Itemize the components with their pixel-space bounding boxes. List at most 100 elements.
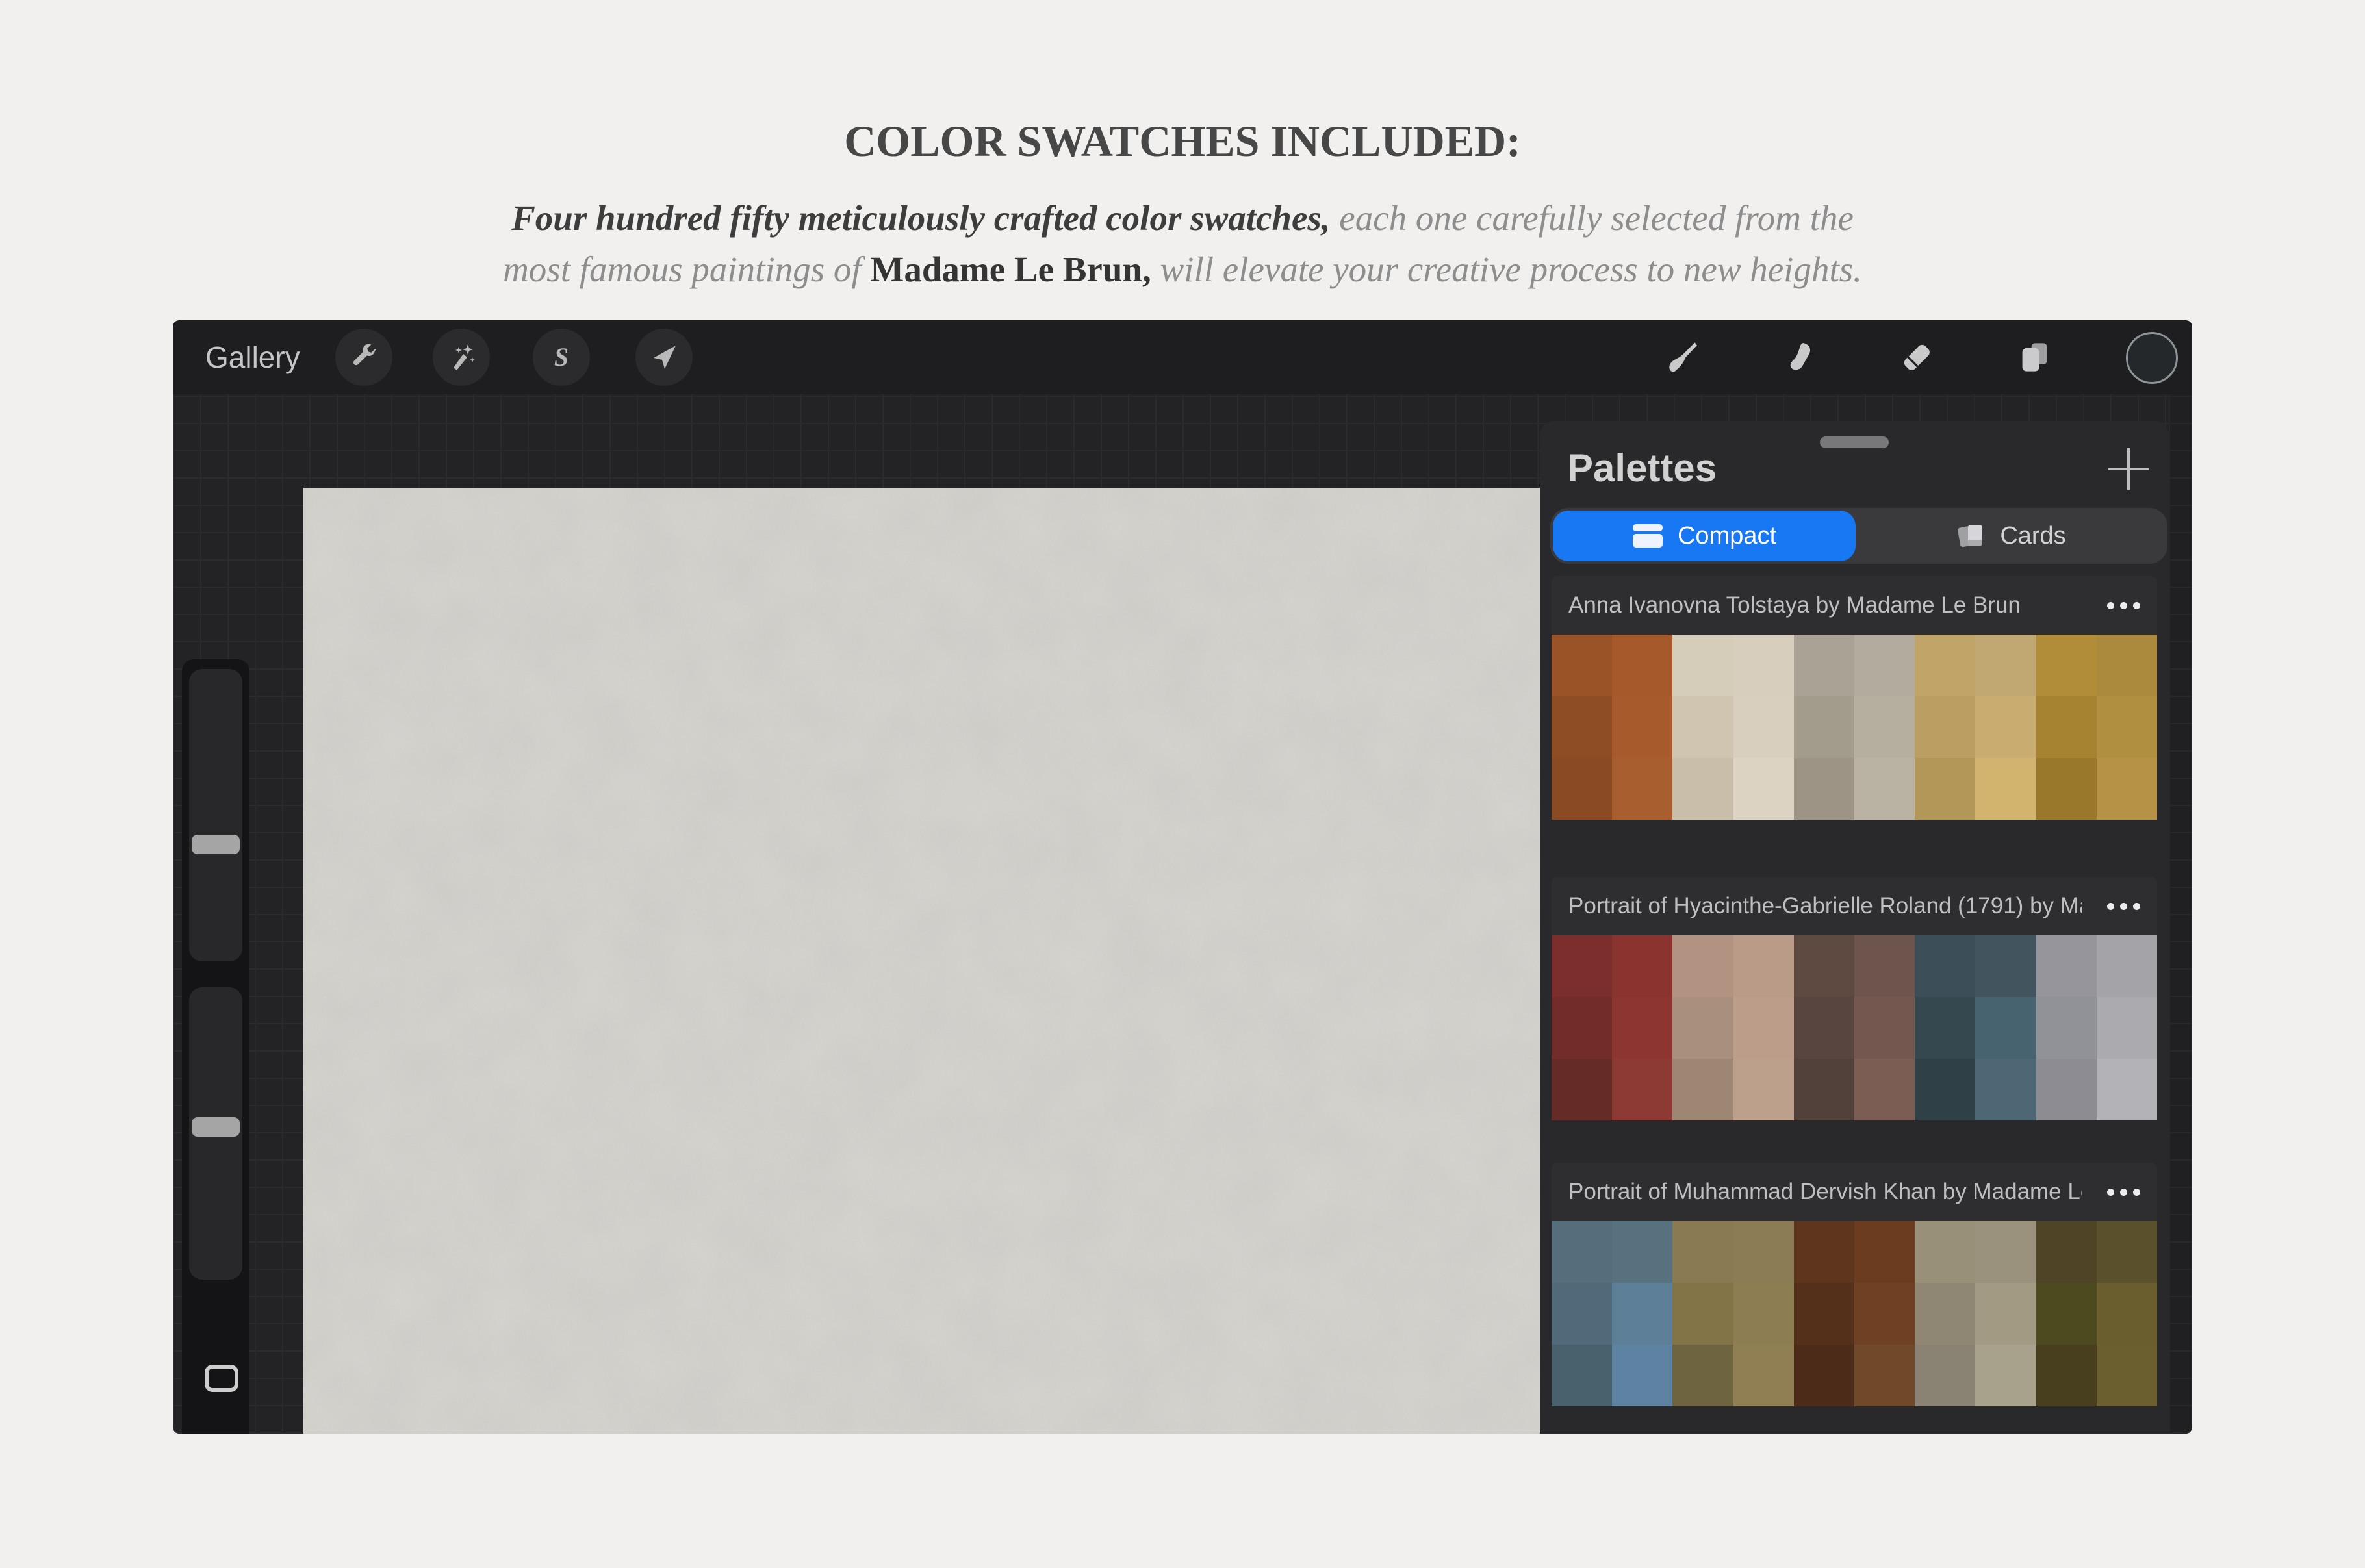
smudge-tool-button[interactable] bbox=[1771, 329, 1828, 386]
adjustments-button[interactable] bbox=[433, 329, 490, 386]
color-swatch[interactable] bbox=[1975, 935, 2036, 997]
color-swatch[interactable] bbox=[1612, 635, 1672, 696]
color-swatch[interactable] bbox=[1733, 635, 1794, 696]
color-swatch[interactable] bbox=[1612, 1283, 1672, 1345]
color-swatch[interactable] bbox=[1854, 1345, 1915, 1406]
color-swatch[interactable] bbox=[2097, 1059, 2157, 1120]
color-swatch[interactable] bbox=[2036, 997, 2097, 1059]
color-swatch[interactable] bbox=[2036, 1059, 2097, 1120]
color-swatch[interactable] bbox=[1733, 935, 1794, 997]
color-swatch[interactable] bbox=[1915, 1059, 1975, 1120]
panel-drag-handle[interactable] bbox=[1820, 436, 1889, 448]
color-swatch[interactable] bbox=[1552, 997, 1612, 1059]
color-swatch[interactable] bbox=[1794, 1221, 1854, 1283]
color-swatch[interactable] bbox=[1975, 758, 2036, 820]
color-swatch[interactable] bbox=[1975, 1059, 2036, 1120]
tab-cards[interactable]: Cards bbox=[1858, 508, 2165, 564]
color-swatch[interactable] bbox=[1612, 696, 1672, 758]
color-swatch[interactable] bbox=[2097, 696, 2157, 758]
color-swatch[interactable] bbox=[2097, 758, 2157, 820]
color-swatch[interactable] bbox=[1854, 997, 1915, 1059]
color-swatch[interactable] bbox=[1975, 696, 2036, 758]
color-swatch[interactable] bbox=[1672, 1221, 1733, 1283]
color-circle[interactable] bbox=[2126, 332, 2178, 384]
color-swatch[interactable] bbox=[1733, 997, 1794, 1059]
color-swatch[interactable] bbox=[1915, 1221, 1975, 1283]
color-swatch[interactable] bbox=[1915, 935, 1975, 997]
color-swatch[interactable] bbox=[1672, 1059, 1733, 1120]
color-swatch[interactable] bbox=[1915, 696, 1975, 758]
color-swatch[interactable] bbox=[1794, 1059, 1854, 1120]
palette-menu-button[interactable] bbox=[2107, 1163, 2140, 1221]
color-swatch[interactable] bbox=[2036, 758, 2097, 820]
color-swatch[interactable] bbox=[1733, 1221, 1794, 1283]
color-swatch[interactable] bbox=[2036, 1283, 2097, 1345]
color-swatch[interactable] bbox=[1794, 1345, 1854, 1406]
color-swatch[interactable] bbox=[2097, 1283, 2157, 1345]
color-swatch[interactable] bbox=[1733, 758, 1794, 820]
color-swatch[interactable] bbox=[1854, 1221, 1915, 1283]
color-swatch[interactable] bbox=[2097, 1345, 2157, 1406]
palette-menu-button[interactable] bbox=[2107, 877, 2140, 935]
color-swatch[interactable] bbox=[1794, 997, 1854, 1059]
color-swatch[interactable] bbox=[1552, 935, 1612, 997]
color-swatch[interactable] bbox=[2097, 635, 2157, 696]
color-swatch[interactable] bbox=[1975, 635, 2036, 696]
color-swatch[interactable] bbox=[1794, 1283, 1854, 1345]
canvas-paper[interactable] bbox=[303, 488, 1540, 1434]
color-swatch[interactable] bbox=[2036, 696, 2097, 758]
color-swatch[interactable] bbox=[1915, 635, 1975, 696]
color-swatch[interactable] bbox=[1733, 1059, 1794, 1120]
color-swatch[interactable] bbox=[2097, 997, 2157, 1059]
color-swatch[interactable] bbox=[1915, 997, 1975, 1059]
color-swatch[interactable] bbox=[1672, 1283, 1733, 1345]
transform-button[interactable] bbox=[635, 329, 693, 386]
color-swatch[interactable] bbox=[1552, 635, 1612, 696]
color-swatch[interactable] bbox=[1975, 997, 2036, 1059]
color-swatch[interactable] bbox=[1915, 758, 1975, 820]
palette-card[interactable]: Portrait of Muhammad Dervish Khan by Mad… bbox=[1552, 1163, 2157, 1406]
color-swatch[interactable] bbox=[1552, 1345, 1612, 1406]
color-swatch[interactable] bbox=[1612, 1345, 1672, 1406]
color-swatch[interactable] bbox=[1672, 696, 1733, 758]
tab-compact[interactable]: Compact bbox=[1553, 511, 1856, 561]
color-swatch[interactable] bbox=[1915, 1283, 1975, 1345]
color-swatch[interactable] bbox=[1612, 997, 1672, 1059]
color-swatch[interactable] bbox=[1552, 1059, 1612, 1120]
color-swatch[interactable] bbox=[1794, 758, 1854, 820]
color-swatch[interactable] bbox=[1612, 935, 1672, 997]
layers-button[interactable] bbox=[2006, 329, 2063, 386]
color-swatch[interactable] bbox=[1854, 1059, 1915, 1120]
color-swatch[interactable] bbox=[1854, 696, 1915, 758]
color-swatch[interactable] bbox=[2097, 1221, 2157, 1283]
color-swatch[interactable] bbox=[1975, 1221, 2036, 1283]
selection-button[interactable]: S bbox=[533, 329, 590, 386]
color-swatch[interactable] bbox=[1552, 1221, 1612, 1283]
color-swatch[interactable] bbox=[1733, 696, 1794, 758]
color-swatch[interactable] bbox=[2036, 1221, 2097, 1283]
color-swatch[interactable] bbox=[1733, 1345, 1794, 1406]
opacity-handle[interactable] bbox=[192, 1117, 240, 1137]
color-swatch[interactable] bbox=[1915, 1345, 1975, 1406]
color-swatch[interactable] bbox=[1672, 997, 1733, 1059]
color-swatch[interactable] bbox=[1612, 1221, 1672, 1283]
color-swatch[interactable] bbox=[1794, 635, 1854, 696]
brush-size-slider[interactable] bbox=[189, 669, 242, 961]
color-swatch[interactable] bbox=[1733, 1283, 1794, 1345]
color-swatch[interactable] bbox=[1975, 1283, 2036, 1345]
actions-button[interactable] bbox=[335, 329, 392, 386]
palette-card[interactable]: Anna Ivanovna Tolstaya by Madame Le Brun bbox=[1552, 576, 2157, 820]
color-swatch[interactable] bbox=[1794, 696, 1854, 758]
color-swatch[interactable] bbox=[1552, 758, 1612, 820]
color-swatch[interactable] bbox=[1552, 696, 1612, 758]
color-swatch[interactable] bbox=[2036, 635, 2097, 696]
color-swatch[interactable] bbox=[1854, 935, 1915, 997]
color-swatch[interactable] bbox=[1794, 935, 1854, 997]
modify-button[interactable] bbox=[205, 1365, 238, 1392]
add-palette-button[interactable] bbox=[2105, 446, 2152, 492]
color-swatch[interactable] bbox=[1975, 1345, 2036, 1406]
color-swatch[interactable] bbox=[2097, 935, 2157, 997]
color-swatch[interactable] bbox=[1672, 1345, 1733, 1406]
color-swatch[interactable] bbox=[2036, 1345, 2097, 1406]
color-swatch[interactable] bbox=[1552, 1283, 1612, 1345]
